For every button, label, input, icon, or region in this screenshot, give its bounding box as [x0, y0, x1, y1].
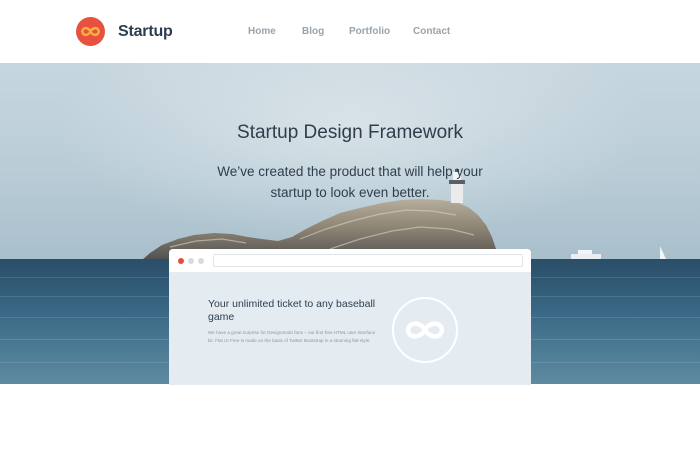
nav-blog[interactable]: Blog [302, 26, 324, 37]
site-header: Startup Home Blog Portfolio Contact [0, 0, 700, 63]
brand-name[interactable]: Startup [118, 23, 173, 41]
logo-infinity-icon[interactable] [76, 17, 105, 46]
window-close-dot [178, 258, 184, 264]
window-minimize-dot [188, 258, 194, 264]
hero-subtitle: We’ve created the product that will help… [217, 164, 483, 200]
nav-portfolio[interactable]: Portfolio [349, 26, 390, 37]
nav-home[interactable]: Home [248, 26, 276, 37]
card-title: Your unlimited ticket to any baseball ga… [208, 298, 376, 323]
address-bar[interactable] [213, 254, 523, 267]
window-maximize-dot [198, 258, 204, 264]
browser-mockup: Your unlimited ticket to any baseball ga… [169, 249, 531, 385]
browser-toolbar [169, 249, 531, 272]
card-description: We have a great surprise for Designmodo … [208, 330, 376, 343]
card-infinity-icon [392, 297, 458, 363]
hero-title: Startup Design Framework [237, 122, 463, 143]
nav-contact[interactable]: Contact [413, 26, 450, 37]
